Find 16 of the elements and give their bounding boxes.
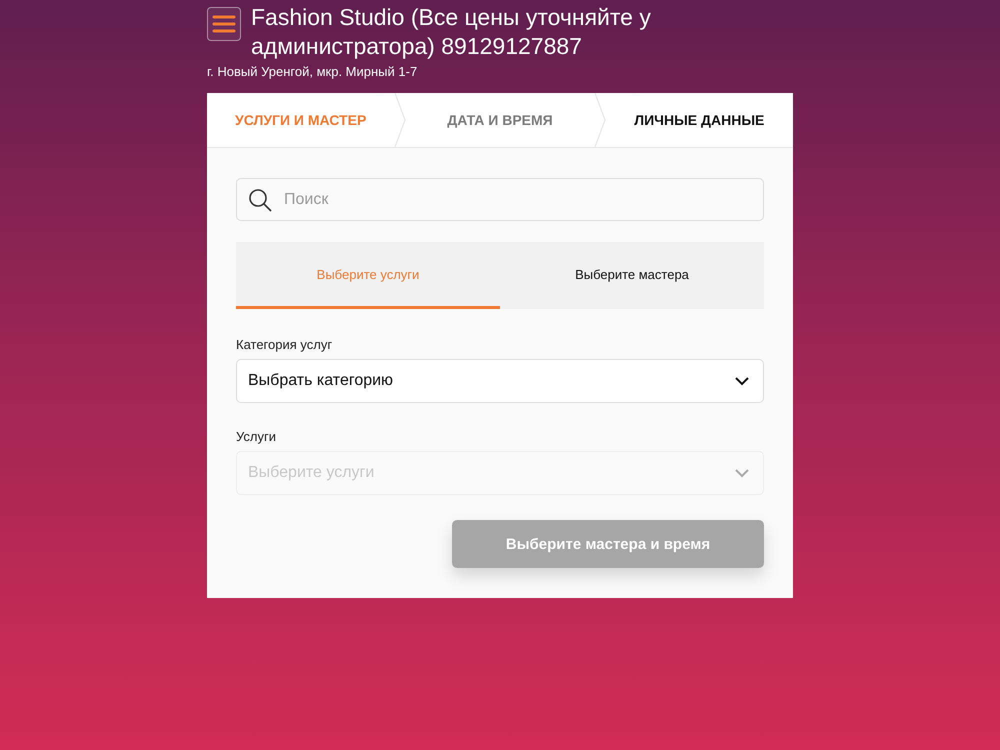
chevron-down-icon bbox=[735, 376, 749, 386]
studio-title: Fashion Studio (Все цены уточняйте у администратора) 89129127887 bbox=[251, 3, 652, 61]
chevron-down-icon bbox=[735, 468, 749, 478]
search-field[interactable]: Поиск bbox=[236, 178, 764, 221]
step-tab[interactable]: УСЛУГИ И МАСТЕР bbox=[207, 93, 394, 147]
select-field[interactable]: Выбрать категорию bbox=[236, 359, 764, 403]
field-label: Услуги bbox=[236, 429, 277, 444]
field-label: Категория услуг bbox=[236, 337, 334, 352]
search-icon bbox=[248, 188, 272, 212]
menu-button[interactable] bbox=[207, 7, 241, 41]
menu-icon bbox=[212, 14, 236, 34]
tab[interactable]: Выберите мастера bbox=[500, 242, 764, 309]
step-tab[interactable]: ЛИЧНЫЕ ДАННЫЕ bbox=[606, 93, 793, 147]
address: г. Новый Уренгой, мкр. Мирный 1-7 bbox=[207, 64, 418, 79]
tab[interactable]: Выберите услуги bbox=[236, 242, 500, 309]
select-value: Выбрать категорию bbox=[248, 372, 394, 390]
